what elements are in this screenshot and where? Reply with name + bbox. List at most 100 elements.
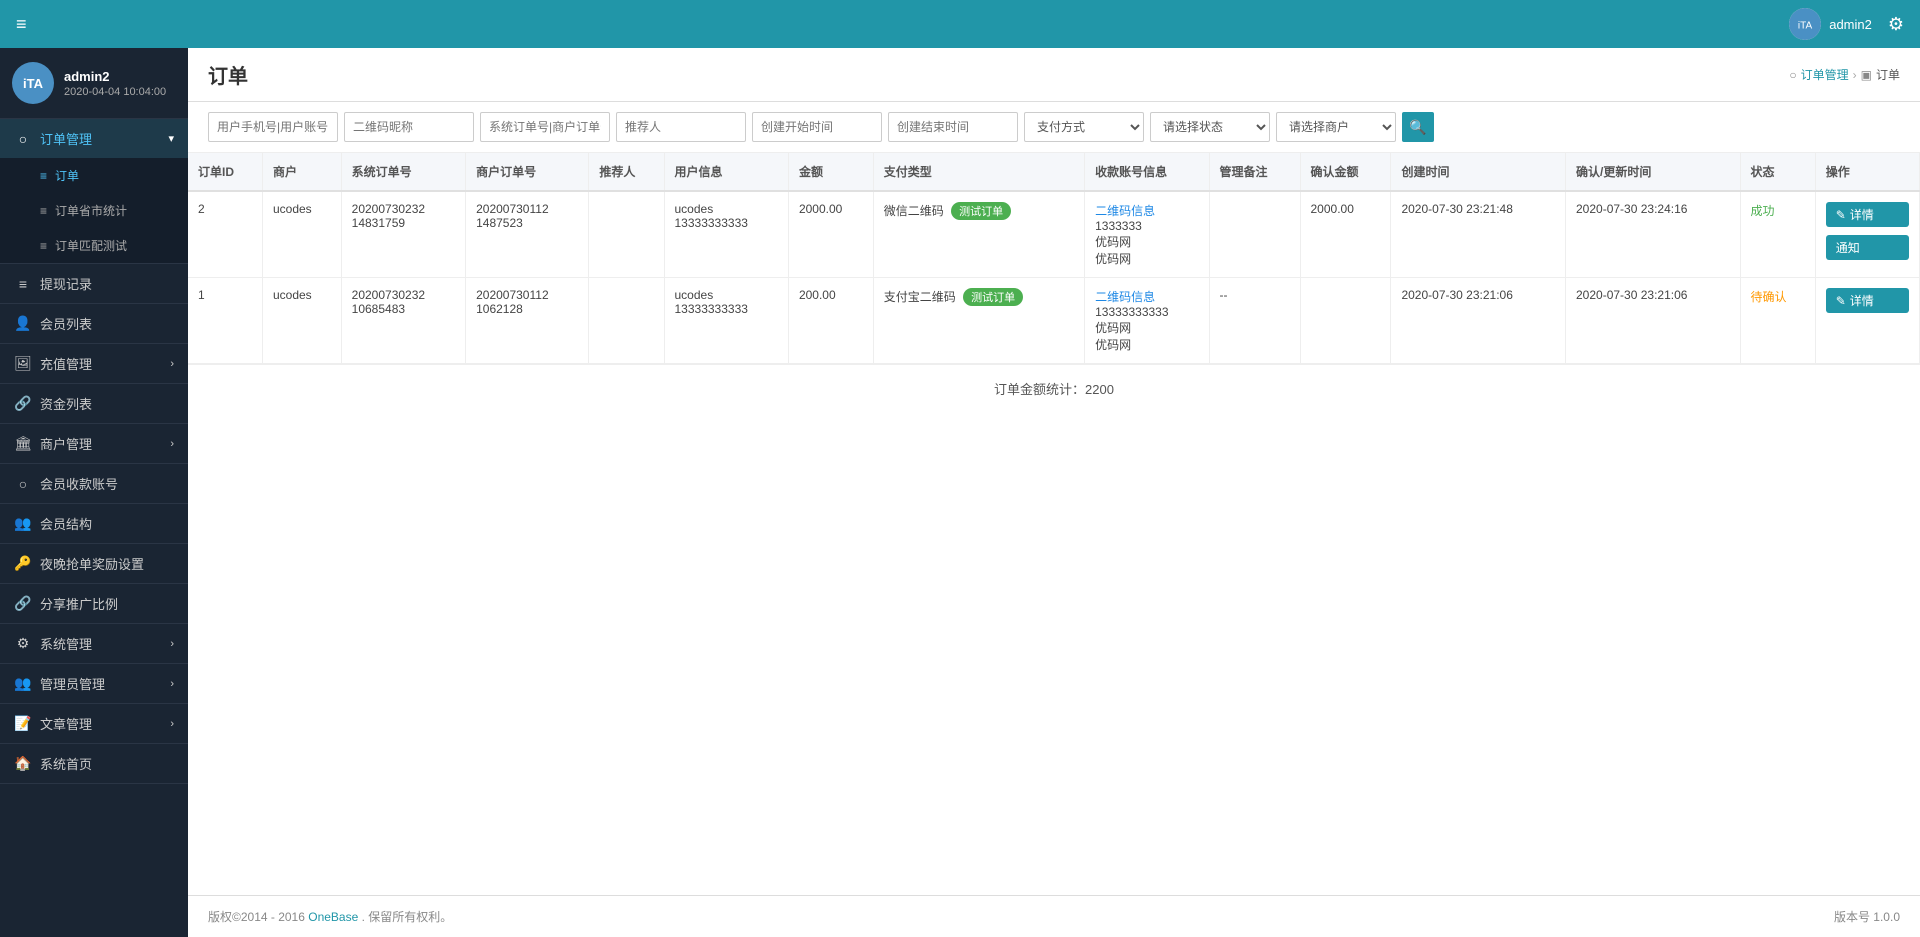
cell-admin-note: -- bbox=[1209, 278, 1300, 364]
sidebar-item-member-account[interactable]: ○ 会员收款账号 bbox=[0, 464, 188, 503]
sidebar-username: admin2 bbox=[64, 69, 166, 84]
cell-amount: 200.00 bbox=[788, 278, 873, 364]
sidebar-section-article: 📝 文章管理 › bbox=[0, 704, 188, 744]
cell-user-info: ucodes13333333333 bbox=[664, 191, 788, 278]
breadcrumb-link-order-mgmt[interactable]: 订单管理 bbox=[1801, 66, 1849, 83]
sidebar-item-member-list[interactable]: 👤 会员列表 bbox=[0, 304, 188, 343]
col-status: 状态 bbox=[1740, 153, 1815, 191]
referrer-input[interactable] bbox=[616, 112, 746, 142]
status-select[interactable]: 请选择状态 bbox=[1150, 112, 1270, 142]
start-time-input[interactable] bbox=[752, 112, 882, 142]
sidebar-item-share-ratio[interactable]: 🔗 分享推广比例 bbox=[0, 584, 188, 623]
sidebar-section-share-ratio: 🔗 分享推广比例 bbox=[0, 584, 188, 624]
table-row: 2 ucodes 2020073023214831759 20200730112… bbox=[188, 191, 1920, 278]
breadcrumb-icon2: ▣ bbox=[1861, 68, 1872, 82]
col-merchant-order-no: 商户订单号 bbox=[466, 153, 589, 191]
member-list-icon: 👤 bbox=[14, 315, 32, 332]
sidebar-item-merchant-mgmt[interactable]: 🏛 商户管理 › bbox=[0, 424, 188, 463]
cell-system-order-no: 2020073023210685483 bbox=[341, 278, 465, 364]
sidebar-section-merchant: 🏛 商户管理 › bbox=[0, 424, 188, 464]
withdrawal-icon: ≡ bbox=[14, 276, 32, 292]
stats-icon: ≡ bbox=[40, 204, 47, 218]
cell-order-id: 1 bbox=[188, 278, 262, 364]
sidebar-item-member-structure[interactable]: 👥 会员结构 bbox=[0, 504, 188, 543]
breadcrumb-circle-icon: ○ bbox=[1789, 68, 1796, 82]
chevron-right-icon3: › bbox=[170, 638, 174, 650]
order-management-icon: ○ bbox=[14, 131, 32, 147]
admin-mgmt-icon: 👥 bbox=[14, 675, 32, 692]
table-row: 1 ucodes 2020073023210685483 20200730112… bbox=[188, 278, 1920, 364]
chevron-down-icon: ▾ bbox=[168, 132, 174, 145]
cell-pay-type: 微信二维码 测试订单 bbox=[873, 191, 1084, 278]
account-info-link[interactable]: 二维码信息 bbox=[1095, 204, 1155, 218]
merchant-select[interactable]: 请选择商户 bbox=[1276, 112, 1396, 142]
sidebar-item-withdrawal[interactable]: ≡ 提现记录 bbox=[0, 264, 188, 303]
sidebar-section-night-grab: 🔑 夜晚抢单奖励设置 bbox=[0, 544, 188, 584]
sidebar-section-admin-mgmt: 👥 管理员管理 › bbox=[0, 664, 188, 704]
sidebar-sub-item-orders[interactable]: ≡ 订单 bbox=[0, 158, 188, 193]
cell-account-info: 二维码信息 1333333优码网优码网 bbox=[1085, 191, 1209, 278]
home-icon: 🏠 bbox=[14, 755, 32, 772]
menu-icon[interactable]: ≡ bbox=[16, 14, 27, 35]
detail-button[interactable]: ✎ 详情 bbox=[1826, 288, 1909, 313]
cell-actions: ✎ 详情 bbox=[1815, 278, 1919, 364]
pay-method-select[interactable]: 支付方式 bbox=[1024, 112, 1144, 142]
sidebar-section-member-account: ○ 会员收款账号 bbox=[0, 464, 188, 504]
cell-amount: 2000.00 bbox=[788, 191, 873, 278]
action-buttons: ✎ 详情 通知 bbox=[1826, 202, 1909, 260]
sidebar-item-system-home[interactable]: 🏠 系统首页 bbox=[0, 744, 188, 783]
test-order-tag: 测试订单 bbox=[963, 288, 1023, 306]
footer-brand-link[interactable]: OneBase bbox=[308, 910, 358, 924]
sidebar-nav: ○ 订单管理 ▾ ≡ 订单 ≡ 订单省市统计 ≡ 订单匹配测试 bbox=[0, 119, 188, 937]
sidebar-section-system-mgmt: ⚙ 系统管理 › bbox=[0, 624, 188, 664]
order-no-input[interactable] bbox=[480, 112, 610, 142]
cell-update-time: 2020-07-30 23:24:16 bbox=[1566, 191, 1741, 278]
content-area: 订单 ○ 订单管理 › ▣ 订单 支付方式 请选择状态 请 bbox=[188, 48, 1920, 937]
system-mgmt-icon: ⚙ bbox=[14, 635, 32, 652]
settings-icon[interactable]: ⚙ bbox=[1888, 14, 1904, 35]
search-button[interactable]: 🔍 bbox=[1402, 112, 1434, 142]
detail-button[interactable]: ✎ 详情 bbox=[1826, 202, 1909, 227]
cell-update-time: 2020-07-30 23:21:06 bbox=[1566, 278, 1741, 364]
sidebar-item-fund-list[interactable]: 🔗 资金列表 bbox=[0, 384, 188, 423]
col-account-info: 收款账号信息 bbox=[1085, 153, 1209, 191]
sidebar-item-night-grab[interactable]: 🔑 夜晚抢单奖励设置 bbox=[0, 544, 188, 583]
col-pay-type: 支付类型 bbox=[873, 153, 1084, 191]
sidebar-item-recharge[interactable]: 🖼 充值管理 › bbox=[0, 344, 188, 383]
cell-order-id: 2 bbox=[188, 191, 262, 278]
sidebar-item-system-mgmt[interactable]: ⚙ 系统管理 › bbox=[0, 624, 188, 663]
sidebar-section-recharge: 🖼 充值管理 › bbox=[0, 344, 188, 384]
sidebar-section-system-home: 🏠 系统首页 bbox=[0, 744, 188, 784]
col-confirm-amount: 确认金额 bbox=[1300, 153, 1391, 191]
sidebar-item-admin-mgmt[interactable]: 👥 管理员管理 › bbox=[0, 664, 188, 703]
sidebar-item-order-management[interactable]: ○ 订单管理 ▾ bbox=[0, 119, 188, 158]
sidebar: iTA admin2 2020-04-04 10:04:00 ○ 订单管理 ▾ … bbox=[0, 48, 188, 937]
col-referrer: 推荐人 bbox=[589, 153, 664, 191]
col-update-time: 确认/更新时间 bbox=[1566, 153, 1741, 191]
footer: 版权©2014 - 2016 OneBase . 保留所有权利。 版本号 1.0… bbox=[188, 895, 1920, 937]
sidebar-item-article-mgmt[interactable]: 📝 文章管理 › bbox=[0, 704, 188, 743]
sidebar-sub-item-order-match[interactable]: ≡ 订单匹配测试 bbox=[0, 228, 188, 263]
chevron-right-icon: › bbox=[170, 358, 174, 370]
sidebar-sub-label-match: 订单匹配测试 bbox=[55, 237, 127, 254]
cell-admin-note bbox=[1209, 191, 1300, 278]
sidebar-sub-item-order-stats[interactable]: ≡ 订单省市统计 bbox=[0, 193, 188, 228]
sidebar-section-member-structure: 👥 会员结构 bbox=[0, 504, 188, 544]
end-time-input[interactable] bbox=[888, 112, 1018, 142]
orders-table-container: 订单ID 商户 系统订单号 商户订单号 推荐人 用户信息 金额 支付类型 收款账… bbox=[188, 153, 1920, 895]
orders-table: 订单ID 商户 系统订单号 商户订单号 推荐人 用户信息 金额 支付类型 收款账… bbox=[188, 153, 1920, 364]
user-phone-input[interactable] bbox=[208, 112, 338, 142]
breadcrumb-separator: › bbox=[1853, 68, 1857, 82]
breadcrumb-current: 订单 bbox=[1876, 66, 1900, 83]
cell-system-order-no: 2020073023214831759 bbox=[341, 191, 465, 278]
qr-code-input[interactable] bbox=[344, 112, 474, 142]
account-info-link[interactable]: 二维码信息 bbox=[1095, 290, 1155, 304]
cell-pay-type: 支付宝二维码 测试订单 bbox=[873, 278, 1084, 364]
cell-merchant: ucodes bbox=[262, 278, 341, 364]
order-total: 订单金额统计：2200 bbox=[188, 364, 1920, 412]
test-order-tag: 测试订单 bbox=[951, 202, 1011, 220]
col-merchant: 商户 bbox=[262, 153, 341, 191]
breadcrumb: ○ 订单管理 › ▣ 订单 bbox=[1789, 66, 1900, 83]
cell-create-time: 2020-07-30 23:21:06 bbox=[1391, 278, 1566, 364]
notify-button[interactable]: 通知 bbox=[1826, 235, 1909, 260]
